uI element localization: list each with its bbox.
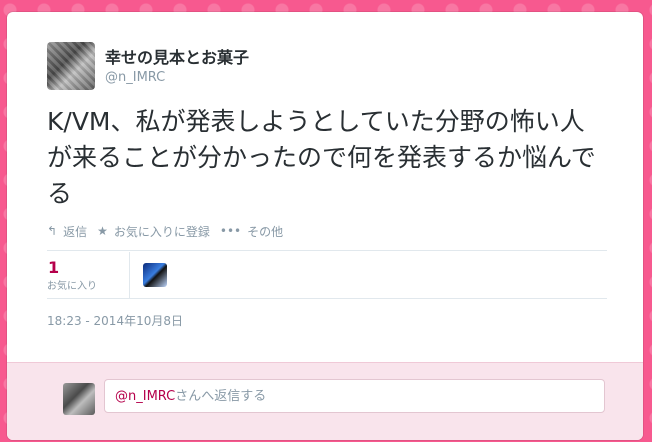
tweet-card: 幸せの見本とお菓子 @n_IMRC K/VM、私が発表しようとしていた分野の怖い… (7, 12, 643, 440)
reply-placeholder: さんへ返信する (175, 389, 267, 404)
more-button[interactable]: ••• その他 (220, 223, 283, 240)
ellipsis-icon: ••• (219, 224, 242, 238)
reply-label: 返信 (63, 224, 88, 239)
favorites-label: お気に入り (47, 281, 97, 292)
reply-mention: @n_IMRC (115, 389, 176, 404)
tweet-stats: 1 お気に入り (47, 250, 607, 298)
user-handle[interactable]: @n_IMRC (105, 70, 165, 85)
reply-arrow-icon: ↰ (47, 224, 58, 238)
reply-area: @n_IMRCさんへ返信する (7, 362, 643, 440)
favorite-button[interactable]: ★ お気に入りに登録 (97, 223, 210, 240)
reply-button[interactable]: ↰ 返信 (47, 223, 87, 240)
user-avatar[interactable] (47, 42, 95, 90)
current-user-avatar (63, 383, 95, 415)
star-icon: ★ (97, 224, 108, 238)
more-label: その他 (247, 224, 284, 239)
tweet-text: K/VM、私が発表しようとしていた分野の怖い人が来ることが分かったので何を発表す… (47, 107, 596, 208)
divider-bottom (47, 298, 607, 299)
favorite-label: お気に入りに登録 (113, 224, 210, 239)
tweet-actions: ↰ 返信 ★ お気に入りに登録 ••• その他 (47, 222, 293, 240)
stats-separator (129, 252, 130, 298)
reply-input[interactable]: @n_IMRCさんへ返信する (104, 379, 605, 413)
favorites-count[interactable]: 1 (48, 258, 59, 277)
display-name[interactable]: 幸せの見本とお菓子 (105, 44, 249, 68)
favoriter-avatar[interactable] (143, 263, 167, 287)
tweet: 幸せの見本とお菓子 @n_IMRC K/VM、私が発表しようとしていた分野の怖い… (7, 12, 643, 362)
tweet-timestamp[interactable]: 18:23 - 2014年10月8日 (47, 312, 183, 329)
